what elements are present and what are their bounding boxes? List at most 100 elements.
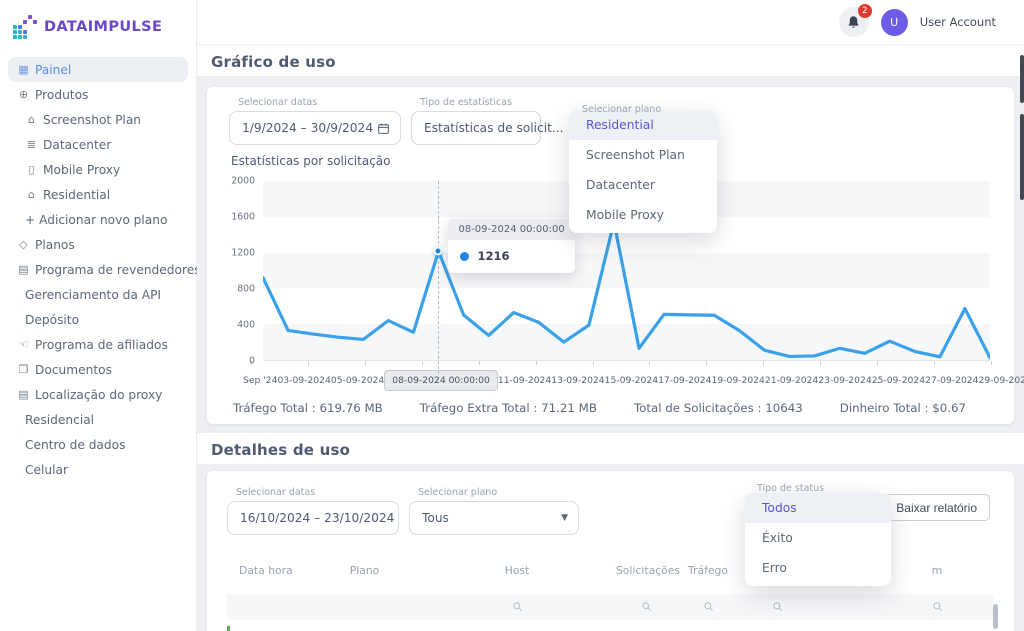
- date-range-input[interactable]: 1/9/2024 – 30/9/2024: [229, 111, 401, 145]
- window-scrollbar-thumb[interactable]: [1020, 114, 1024, 200]
- y-tick-label: 400: [237, 320, 255, 331]
- sidebar-item-localizacao-do-proxy[interactable]: ▤Localização do proxy: [8, 382, 188, 407]
- sidebar-item-residencial[interactable]: Residencial: [8, 407, 188, 432]
- sidebar-item-deposito[interactable]: Depósito: [8, 307, 188, 332]
- user-account-label[interactable]: User Account: [920, 15, 996, 29]
- sidebar-item-label: Documentos: [35, 363, 112, 377]
- sidebar-item-label: Mobile Proxy: [43, 163, 120, 177]
- option-screenshot-plan[interactable]: Screenshot Plan: [569, 140, 717, 170]
- chart-tooltip: 08-09-2024 00:00:00 1216: [448, 219, 574, 273]
- x-tick-label: 19-09-2024: [711, 375, 764, 386]
- option-todos[interactable]: Todos: [745, 493, 891, 523]
- x-tick-label: Sep '24: [243, 375, 277, 386]
- sidebar-item-planos[interactable]: ◇Planos: [8, 232, 188, 257]
- status-select-label: Tipo de status: [757, 483, 824, 494]
- sidebar-item-produtos[interactable]: ⊕Produtos: [8, 82, 188, 107]
- sidebar-item-centro-de-dados[interactable]: Centro de dados: [8, 432, 188, 457]
- window-scrollbar-thumb[interactable]: [1020, 55, 1024, 103]
- usage-chart-section-header: Gráfico de uso: [197, 44, 1024, 76]
- selected-x-label: 08-09-2024 00:00:00: [384, 370, 498, 391]
- y-tick-label: 1200: [231, 248, 255, 259]
- column-filter-m[interactable]: [880, 597, 994, 616]
- x-tick-label: 15-09-2024: [605, 375, 658, 386]
- sidebar-item-mobile-proxy[interactable]: ▯ Mobile Proxy: [8, 157, 188, 182]
- sidebar-item-gerenciamento-da-api[interactable]: Gerenciamento da API: [8, 282, 188, 307]
- chart-filters: Selecionar datas 1/9/2024 – 30/9/2024 Ti…: [229, 97, 992, 145]
- sidebar-item-painel[interactable]: ▦ Painel: [8, 57, 188, 82]
- x-tick: [308, 361, 309, 365]
- sidebar-item-programa-de-afiliados[interactable]: ☜Programa de afiliados: [8, 332, 188, 357]
- table-row[interactable]: 10/22/2024,www.youtube.com;: [227, 626, 994, 631]
- sidebar-item-adicionar-novo-plano[interactable]: + Adicionar novo plano: [8, 207, 188, 232]
- x-tick-label: 13-09-2024: [551, 375, 604, 386]
- usage-details-section-title: Detalhes de uso: [211, 441, 1010, 459]
- column-filter-host[interactable]: [422, 597, 612, 616]
- details-plan-value: Tous: [422, 511, 449, 525]
- details-date-range-field: Selecionar datas 16/10/2024 – 23/10/2024: [227, 487, 399, 535]
- option-exito[interactable]: Éxito: [745, 523, 891, 553]
- notifications-button[interactable]: 2: [839, 7, 869, 37]
- column-filter-trafego-cobrado[interactable]: [736, 597, 818, 616]
- option-erro[interactable]: Erro: [745, 553, 891, 583]
- sidebar-item-label: Residential: [43, 188, 110, 202]
- chevron-down-icon: ▼: [561, 513, 568, 523]
- avatar[interactable]: U: [881, 9, 908, 36]
- sidebar-item-residential[interactable]: ⌂Residential: [8, 182, 188, 207]
- tooltip-value: 1216: [477, 249, 509, 263]
- column-filter-solicitacoes[interactable]: [612, 597, 680, 616]
- search-icon: [703, 601, 714, 612]
- usage-details-section-header: Detalhes de uso: [197, 432, 1024, 464]
- x-tick: [991, 361, 992, 365]
- date-range-field: Selecionar datas 1/9/2024 – 30/9/2024: [229, 97, 401, 145]
- x-tick: [877, 361, 878, 365]
- download-report-label: Baixar relatório: [896, 501, 977, 515]
- sidebar-item-label: Residencial: [25, 413, 94, 427]
- sidebar-item-label: Painel: [35, 63, 71, 77]
- x-axis-labels: Sep '2403-09-202405-09-202408-09-2024 00…: [243, 368, 992, 392]
- sidebar-item-label: Produtos: [35, 88, 88, 102]
- date-range-label: Selecionar datas: [238, 97, 401, 108]
- table-scrollbar-thumb[interactable]: [993, 604, 998, 629]
- sidebar-item-label: Planos: [35, 238, 75, 252]
- option-mobile-proxy[interactable]: Mobile Proxy: [569, 200, 717, 230]
- x-tick-label: 29-09-2024: [979, 375, 1024, 386]
- x-tick-label: 17-09-2024: [658, 375, 711, 386]
- sidebar-item-screenshot-plan[interactable]: ⌂Screenshot Plan: [8, 107, 188, 132]
- home-icon: ⌂: [25, 113, 38, 126]
- table-filter-row: [227, 594, 994, 620]
- x-tick: [479, 361, 480, 365]
- x-tick: [763, 361, 764, 365]
- x-tick: [536, 361, 537, 365]
- details-date-range-value: 16/10/2024 – 23/10/2024: [240, 511, 394, 525]
- details-date-range-input[interactable]: 16/10/2024 – 23/10/2024: [227, 501, 399, 535]
- hand-icon: ☜: [17, 338, 30, 351]
- date-range-value: 1/9/2024 – 30/9/2024: [242, 121, 373, 135]
- series-dot-icon: [460, 252, 469, 261]
- usage-details-card: Selecionar datas 16/10/2024 – 23/10/2024…: [207, 471, 1014, 631]
- sidebar-item-datacenter[interactable]: ≣Datacenter: [8, 132, 188, 157]
- details-date-range-label: Selecionar datas: [236, 487, 399, 498]
- stats-type-value: Estatísticas de solicit...: [424, 121, 564, 135]
- option-datacenter[interactable]: Datacenter: [569, 170, 717, 200]
- total-dinheiro-total: Dinheiro Total : $0.67: [840, 401, 966, 415]
- server-icon: ≣: [25, 138, 38, 151]
- stats-type-select[interactable]: Estatísticas de solicit... ▼: [411, 111, 541, 145]
- bell-icon: [846, 15, 861, 30]
- hover-crosshair-line: [438, 181, 439, 374]
- sidebar-item-label: Gerenciamento da API: [25, 288, 161, 302]
- x-tick: [934, 361, 935, 365]
- sidebar-item-documentos[interactable]: ❐Documentos: [8, 357, 188, 382]
- x-axis-ticks: [251, 361, 992, 365]
- total-trafego-total: Tráfego Total : 619.76 MB: [233, 401, 383, 415]
- sidebar-item-label: Localização do proxy: [35, 388, 162, 402]
- chart-y-axis: 0400800120016002000: [229, 181, 263, 361]
- column-filter-trafego[interactable]: [680, 597, 736, 616]
- details-plan-select[interactable]: Tous ▼: [409, 501, 579, 535]
- brand-logo[interactable]: DATAIMPULSE: [0, 0, 196, 53]
- sidebar-item-celular[interactable]: Celular: [8, 457, 188, 482]
- sidebar-item-programa-de-revendedores[interactable]: ▤Programa de revendedores: [8, 257, 188, 282]
- total-trafego-extra-total: Tráfego Extra Total : 71.21 MB: [420, 401, 597, 415]
- sidebar-item-label: Celular: [25, 463, 68, 477]
- grid-icon: ▦: [17, 63, 30, 76]
- mobile-icon: ▯: [25, 163, 38, 176]
